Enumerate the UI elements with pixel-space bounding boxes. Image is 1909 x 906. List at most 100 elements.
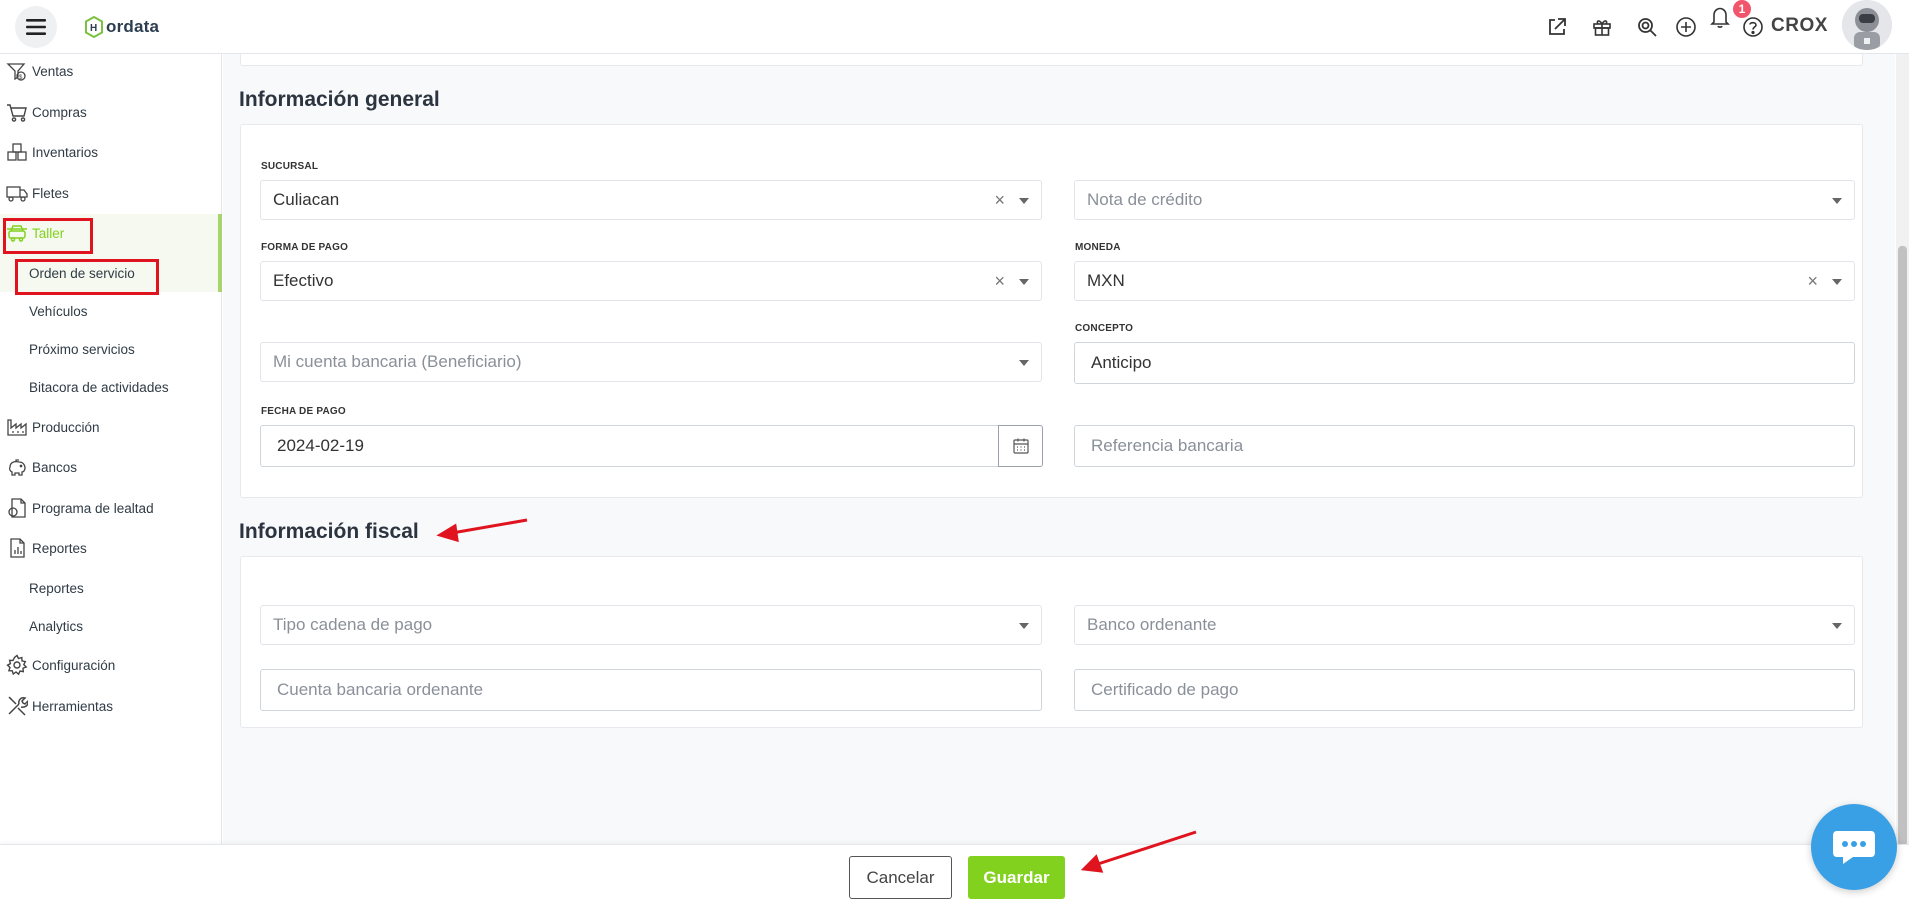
sidebar-item-fletes[interactable]: Fletes [0,175,222,211]
fiscal-card: Tipo cadena de pago Banco ordenante Cuen… [240,556,1863,728]
certificado-pago-input[interactable]: Certificado de pago [1074,669,1855,711]
fecha-pago-label: FECHA DE PAGO [261,406,346,417]
external-link-icon [1549,18,1566,35]
boxes-icon [6,141,28,163]
calendar-button[interactable] [998,425,1043,467]
clear-icon[interactable]: × [994,271,1005,292]
sidebar-item-reportes-sub[interactable]: Reportes [0,570,222,606]
clear-icon[interactable]: × [994,190,1005,211]
clear-icon[interactable]: × [1807,271,1818,292]
fecha-pago-value: 2024-02-19 [277,436,364,455]
banco-ordenante-select[interactable]: Banco ordenante [1074,605,1855,645]
sidebar-item-compras[interactable]: Compras [0,94,222,130]
tipo-cadena-placeholder: Tipo cadena de pago [273,615,433,634]
sidebar-item-label: Inventarios [32,144,99,160]
scrollbar-thumb[interactable] [1898,246,1907,846]
svg-text:H: H [90,23,97,34]
sidebar-item-label: Programa de lealtad [32,500,154,516]
sidebar-item-label: Producción [32,419,100,435]
general-card: SUCURSAL Culiacan × Nota de crédito FORM… [240,124,1863,498]
user-name[interactable]: CROX [1771,15,1828,37]
sidebar-item-bitacora[interactable]: Bitacora de actividades [0,369,222,405]
cuenta-ordenante-input[interactable]: Cuenta bancaria ordenante [260,669,1042,711]
sidebar-item-analytics[interactable]: Analytics [0,608,222,644]
tools-icon [6,695,28,717]
annotation-box-orden-servicio [15,259,159,295]
bell-icon [1710,7,1730,28]
search-icon [1638,18,1657,37]
add-button[interactable] [1673,14,1699,40]
help-icon [1743,17,1763,37]
report-icon [6,537,28,559]
sidebar-item-proximo-servicios[interactable]: Próximo servicios [0,331,222,367]
sidebar-item-inventarios[interactable]: Inventarios [0,134,222,170]
sidebar-item-bancos[interactable]: Bancos [0,449,222,485]
gift-icon [1593,20,1611,36]
save-button[interactable]: Guardar [968,856,1065,899]
app-logo[interactable]: H ordata [84,16,159,38]
notifications-button[interactable] [1707,4,1733,30]
form-footer [0,844,1909,906]
concepto-input[interactable]: Anticipo [1074,342,1855,384]
chevron-down-icon [1019,279,1029,285]
sidebar-item-label: Reportes [32,540,87,556]
sidebar-item-programa-lealtad[interactable]: Programa de lealtad [0,490,222,526]
nota-credito-select[interactable]: Nota de crédito [1074,180,1855,220]
moneda-select[interactable]: MXN × [1074,261,1855,301]
tipo-cadena-select[interactable]: Tipo cadena de pago [260,605,1042,645]
help-button[interactable] [1740,14,1766,40]
fecha-pago-input[interactable]: 2024-02-19 [260,425,1000,467]
top-bar: H ordata 1 CROX [0,0,1909,54]
sidebar-item-label: Configuración [32,657,116,673]
chevron-down-icon [1832,623,1842,629]
referencia-bancaria-placeholder: Referencia bancaria [1091,436,1244,455]
cancel-button[interactable]: Cancelar [849,856,952,899]
piggy-bank-icon [6,456,28,478]
forma-pago-label: FORMA DE PAGO [261,242,349,253]
loyalty-document-icon [6,497,28,519]
forma-pago-select[interactable]: Efectivo × [260,261,1042,301]
sucursal-select[interactable]: Culiacan × [260,180,1042,220]
sidebar-item-herramientas[interactable]: Herramientas [0,688,222,724]
search-button[interactable] [1634,14,1660,40]
sidebar-item-label: Vehículos [29,303,88,319]
sucursal-value: Culiacan [273,190,340,209]
sidebar-item-reportes[interactable]: Reportes [0,530,222,566]
chevron-down-icon [1832,279,1842,285]
truck-icon [6,182,28,204]
sidebar-item-label: Reportes [29,580,84,596]
gift-button[interactable] [1589,14,1615,40]
sidebar-item-label: Ventas [32,63,74,79]
sidebar-item-label: Bancos [32,459,78,475]
concepto-value: Anticipo [1091,353,1152,372]
cuenta-bancaria-select[interactable]: Mi cuenta bancaria (Beneficiario) [260,342,1042,382]
referencia-bancaria-input[interactable]: Referencia bancaria [1074,425,1855,467]
chat-button[interactable] [1811,804,1897,890]
cuenta-bancaria-placeholder: Mi cuenta bancaria (Beneficiario) [273,352,522,371]
sales-funnel-icon: $ [6,60,28,82]
sidebar-item-vehiculos[interactable]: Vehículos [0,293,222,329]
annotation-box-taller [3,218,93,254]
sidebar-item-ventas[interactable]: $ Ventas [0,53,222,89]
fiscal-section-title: Información fiscal [239,520,419,543]
external-link-button[interactable] [1544,14,1570,40]
chevron-down-icon [1832,198,1842,204]
concepto-label: CONCEPTO [1075,323,1134,334]
sucursal-label: SUCURSAL [261,161,319,172]
sidebar-item-produccion[interactable]: Producción [0,409,222,445]
avatar[interactable] [1842,0,1892,50]
logo-text: ordata [106,17,160,36]
moneda-value: MXN [1087,271,1125,290]
calendar-icon [1012,438,1029,454]
logo-icon: H [85,16,103,38]
sidebar-item-label: Analytics [29,618,84,634]
sidebar-item-configuracion[interactable]: Configuración [0,647,222,683]
main-content: Información general SUCURSAL Culiacan × … [223,54,1895,844]
gear-icon [6,654,28,676]
sidebar-item-label: Compras [32,104,87,120]
chevron-down-icon [1019,623,1029,629]
chevron-down-icon [1019,360,1029,366]
plus-circle-icon [1676,17,1696,37]
menu-toggle-button[interactable] [15,6,57,48]
certificado-pago-placeholder: Certificado de pago [1091,680,1239,699]
